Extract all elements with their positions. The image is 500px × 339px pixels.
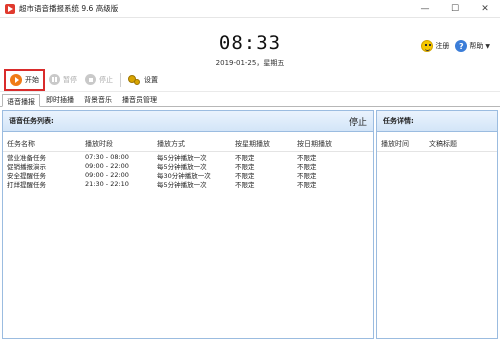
- column-header[interactable]: 播放方式: [157, 139, 235, 149]
- toolbar: 开始 暂停 停止 设置: [0, 68, 500, 92]
- settings-gear-icon: [128, 74, 141, 86]
- help-icon: ?: [455, 40, 468, 52]
- tab-voice-broadcast[interactable]: 语音播报: [2, 94, 40, 107]
- chevron-down-icon[interactable]: ▼: [485, 43, 490, 50]
- pause-label: 暂停: [63, 75, 77, 84]
- date-display: 2019-01-25，星期五: [215, 59, 285, 67]
- column-header[interactable]: 文稿标题: [429, 139, 489, 149]
- column-header[interactable]: 按日期播放: [297, 139, 367, 149]
- column-header[interactable]: 播放时间: [381, 139, 429, 149]
- play-icon: [10, 73, 22, 86]
- task-detail-panel: 任务详情: 播放时间 文稿标题: [376, 110, 498, 339]
- close-button[interactable]: ✕: [470, 0, 500, 18]
- tab-announcer-management[interactable]: 播音员管理: [118, 93, 161, 106]
- pause-button[interactable]: 暂停: [45, 70, 81, 90]
- task-detail-header: 任务详情:: [377, 111, 497, 132]
- header: 08:33 2019-01-25，星期五 注册 ? 帮助 ▼: [0, 18, 500, 68]
- tab-background-music[interactable]: 背景音乐: [80, 93, 116, 106]
- register-label: 注册: [435, 42, 450, 50]
- window-controls: — ☐ ✕: [410, 0, 500, 18]
- weekday-cell: 不限定: [235, 180, 255, 189]
- settings-label: 设置: [144, 75, 158, 84]
- stop-label: 停止: [99, 75, 113, 84]
- tab-bar: 语音播报 即时插播 背景音乐 播音员管理: [0, 93, 500, 107]
- minimize-button[interactable]: —: [410, 0, 440, 18]
- task-name-cell: 打烊提醒任务: [7, 180, 46, 189]
- pause-icon: [49, 74, 60, 85]
- maximize-button[interactable]: ☐: [440, 0, 470, 18]
- window-title: 超市语音播报系统 9.6 高级版: [19, 4, 119, 13]
- task-table-header: 任务名称 播放时段 播放方式 按星期播放 按日期播放: [3, 138, 373, 152]
- date-cell: 不限定: [297, 180, 317, 189]
- time-range-cell: 09:00 - 22:00: [85, 170, 129, 179]
- help-link[interactable]: ? 帮助 ▼: [455, 40, 490, 52]
- detail-table-header: 播放时间 文稿标题: [377, 138, 497, 152]
- task-list-panel: 语音任务列表: 停止 任务名称 播放时段 播放方式 按星期播放 按日期播放 营业…: [2, 110, 374, 339]
- smiley-icon: [421, 40, 434, 52]
- help-label: 帮助: [469, 42, 484, 50]
- toolbar-divider: [120, 72, 121, 87]
- time-range-cell: 09:00 - 22:00: [85, 161, 129, 170]
- settings-button[interactable]: 设置: [124, 70, 162, 90]
- start-label: 开始: [25, 75, 39, 84]
- title-bar: 超市语音播报系统 9.6 高级版 — ☐ ✕: [0, 0, 500, 18]
- task-list-header: 语音任务列表: 停止: [3, 111, 373, 132]
- start-button[interactable]: 开始: [4, 68, 45, 91]
- time-range-cell: 21:30 - 22:10: [85, 179, 129, 188]
- tab-instant-insert[interactable]: 即时插播: [42, 93, 78, 106]
- table-row[interactable]: 打烊提醒任务 21:30 - 22:10 每5分钟播放一次 不限定 不限定: [3, 179, 373, 189]
- stop-icon: [85, 74, 96, 85]
- stop-button[interactable]: 停止: [81, 70, 117, 90]
- column-header[interactable]: 播放时段: [85, 139, 157, 149]
- task-detail-title: 任务详情:: [383, 117, 414, 125]
- top-links: 注册 ? 帮助 ▼: [421, 40, 490, 52]
- column-header[interactable]: 按星期播放: [235, 139, 297, 149]
- app-logo-icon: [5, 3, 15, 14]
- register-link[interactable]: 注册: [421, 40, 449, 52]
- column-header[interactable]: 任务名称: [7, 139, 85, 149]
- task-list-title: 语音任务列表:: [9, 117, 54, 125]
- play-mode-cell: 每5分钟播放一次: [157, 180, 207, 189]
- task-stop-button[interactable]: 停止: [349, 115, 367, 128]
- time-range-cell: 07:30 - 08:00: [85, 152, 129, 161]
